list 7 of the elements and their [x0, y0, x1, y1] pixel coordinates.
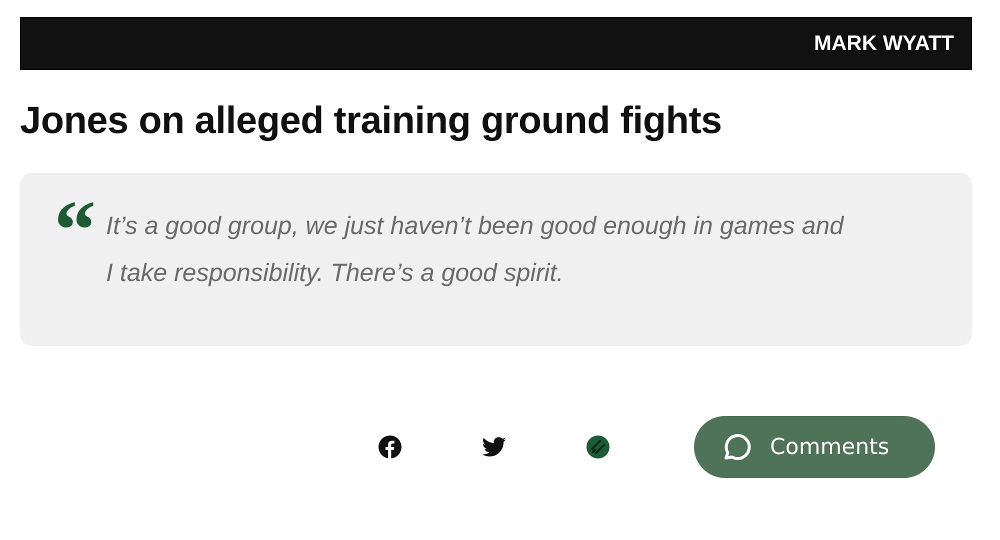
facebook-icon[interactable]: [378, 435, 402, 459]
quote-mark: “: [54, 203, 96, 247]
comments-button[interactable]: Comments: [694, 416, 935, 478]
author-name: MARK WYATT: [814, 32, 954, 56]
headline: Jones on alleged training ground fights: [20, 100, 723, 143]
bird-icon[interactable]: [482, 437, 506, 457]
quote-text: It’s a good group, we just haven’t been good enough in games and I take responsibility. There’s a good spirit.: [106, 211, 846, 289]
